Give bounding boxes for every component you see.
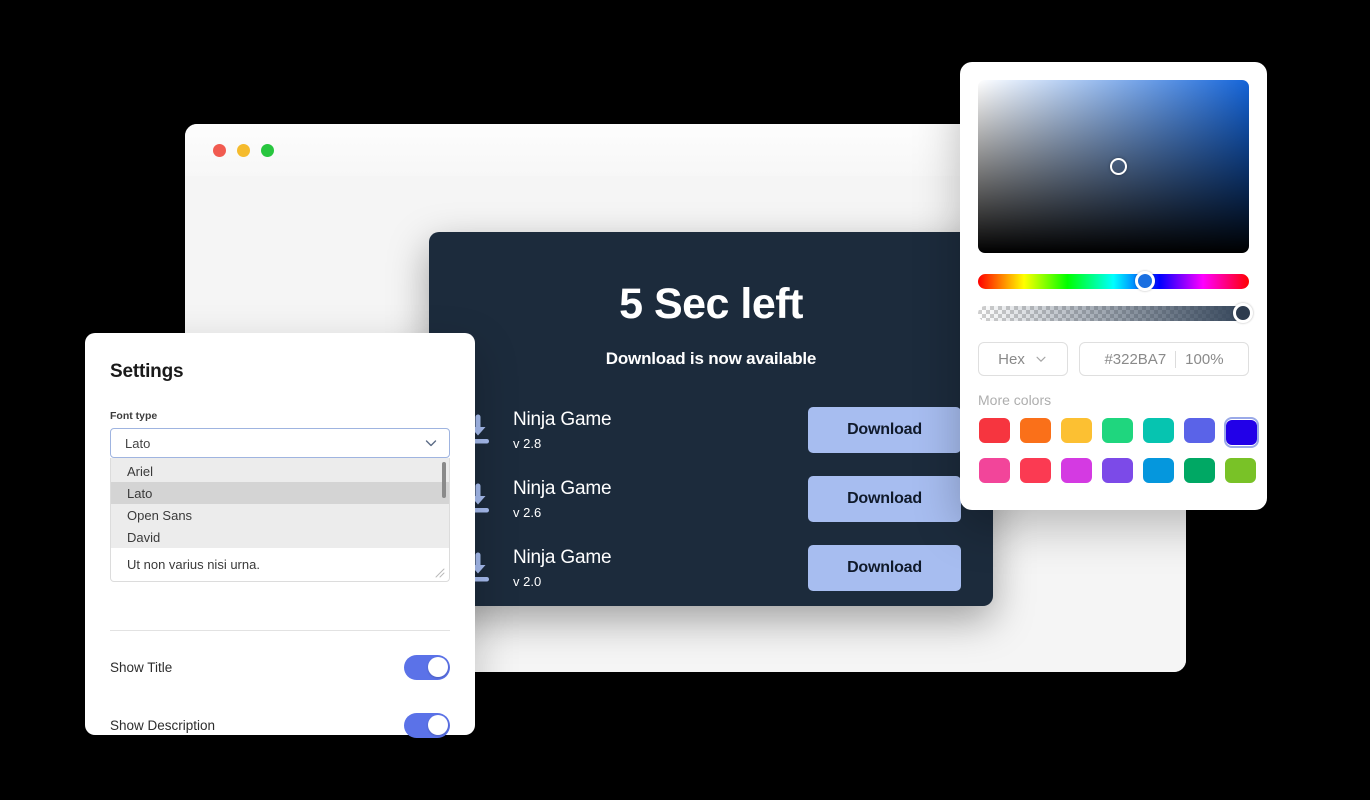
dropdown-scrollbar-thumb[interactable] [442, 462, 446, 498]
color-swatch[interactable] [1102, 458, 1133, 483]
toggle-knob [427, 715, 448, 735]
font-type-label: Font type [110, 410, 158, 422]
color-swatch[interactable] [1061, 418, 1092, 443]
download-item-version: v 2.6 [513, 504, 542, 520]
download-button[interactable]: Download [808, 544, 961, 591]
swatch-wrap [1019, 417, 1052, 444]
saturation-value-area[interactable] [978, 80, 1249, 253]
color-swatch[interactable] [979, 418, 1010, 443]
download-row: Ninja Game v 2.8 Download [461, 395, 961, 464]
download-item-name: Ninja Game [513, 477, 612, 499]
hex-alpha-field[interactable]: #322BA7 100% [1079, 342, 1249, 376]
download-available-subtitle: Download is now available [605, 349, 817, 368]
color-picker-panel: Hex #322BA7 100% More colors [960, 62, 1267, 510]
dropdown-option-ariel[interactable]: Ariel [111, 460, 449, 482]
download-item-version: v 2.0 [513, 573, 542, 589]
swatch-wrap [1142, 457, 1175, 484]
alpha-slider-thumb[interactable] [1233, 303, 1253, 323]
show-title-label: Show Title [110, 659, 173, 675]
toggle-knob [427, 657, 448, 677]
swatch-wrap [1101, 457, 1134, 484]
swatch-grid-row-1 [978, 417, 1259, 448]
maximize-window-button[interactable] [261, 143, 274, 157]
saturation-value-cursor[interactable] [1110, 158, 1127, 175]
dropdown-option-lato[interactable]: Lato [111, 482, 449, 504]
swatch-wrap [1224, 457, 1257, 484]
settings-divider [110, 630, 450, 631]
swatch-wrap [1060, 457, 1093, 484]
color-swatch[interactable] [979, 458, 1010, 483]
description-textarea-value: Ut non varius nisi urna. [127, 557, 260, 572]
font-type-dropdown-list[interactable]: Ariel Lato Open Sans David [110, 458, 450, 548]
download-item-meta: Ninja Game v 2.0 [513, 547, 808, 589]
color-swatch[interactable] [1143, 458, 1174, 483]
swatch-wrap [1019, 457, 1052, 484]
color-swatch[interactable] [1143, 418, 1174, 443]
more-colors-label: More colors [978, 392, 1052, 408]
stage: 5 Sec left Download is now available Nin… [0, 0, 1370, 800]
settings-card: Settings Font type Lato Ariel Lato Open … [85, 333, 475, 738]
color-inputs-row: Hex #322BA7 100% [978, 342, 1249, 376]
font-type-selected-value: Lato [125, 435, 151, 451]
swatch-wrap [1060, 417, 1093, 444]
swatch-wrap [1183, 457, 1216, 484]
alpha-value[interactable]: 100% [1185, 351, 1223, 368]
color-swatch-selected[interactable] [1226, 420, 1257, 445]
swatch-wrap-selected [1224, 417, 1259, 448]
description-textarea[interactable]: Ut non varius nisi urna. [110, 548, 450, 582]
hue-slider-thumb[interactable] [1135, 271, 1155, 291]
show-title-toggle[interactable] [404, 654, 450, 680]
color-swatch[interactable] [1184, 418, 1215, 443]
download-button[interactable]: Download [808, 475, 961, 522]
download-item-meta: Ninja Game v 2.6 [513, 478, 808, 520]
countdown-title: 5 Sec left [619, 280, 803, 328]
swatch-wrap [978, 417, 1011, 444]
dropdown-option-open-sans[interactable]: Open Sans [111, 504, 449, 526]
chevron-down-icon [423, 435, 439, 451]
download-item-version: v 2.8 [513, 435, 542, 451]
show-description-label: Show Description [110, 717, 216, 733]
color-mode-select[interactable]: Hex [978, 342, 1068, 376]
dropdown-option-david[interactable]: David [111, 526, 449, 548]
show-description-toggle[interactable] [404, 712, 450, 738]
minimize-window-button[interactable] [237, 143, 250, 157]
swatch-wrap [978, 457, 1011, 484]
download-panel: 5 Sec left Download is now available Nin… [429, 232, 993, 606]
color-swatch[interactable] [1102, 418, 1133, 443]
download-item-name: Ninja Game [513, 546, 612, 568]
field-separator [1175, 350, 1177, 368]
download-row: Ninja Game v 2.0 Download [461, 533, 961, 602]
color-swatch[interactable] [1020, 418, 1051, 443]
download-row: Ninja Game v 2.6 Download [461, 464, 961, 533]
alpha-slider[interactable] [978, 303, 1253, 323]
color-swatch[interactable] [1061, 458, 1092, 483]
download-list: Ninja Game v 2.8 Download Ninja Game v 2… [461, 395, 961, 602]
close-window-button[interactable] [213, 143, 226, 157]
color-swatch[interactable] [1225, 458, 1256, 483]
swatch-wrap [1142, 417, 1175, 444]
color-swatch[interactable] [1184, 458, 1215, 483]
swatch-wrap [1183, 417, 1216, 444]
color-mode-label: Hex [998, 350, 1025, 368]
swatch-grid-row-2 [978, 457, 1256, 484]
hue-slider[interactable] [978, 271, 1249, 291]
settings-title: Settings [110, 361, 184, 382]
color-swatch[interactable] [1020, 458, 1051, 483]
download-item-meta: Ninja Game v 2.8 [513, 409, 808, 451]
resize-handle-icon[interactable] [433, 566, 445, 578]
download-item-name: Ninja Game [513, 408, 612, 430]
show-title-row: Show Title [110, 645, 450, 689]
swatch-wrap [1101, 417, 1134, 444]
chevron-down-icon [1034, 352, 1048, 366]
font-type-select[interactable]: Lato [110, 428, 450, 458]
hex-value[interactable]: #322BA7 [1104, 351, 1166, 368]
show-description-row: Show Description [110, 703, 450, 747]
download-button[interactable]: Download [808, 406, 961, 453]
